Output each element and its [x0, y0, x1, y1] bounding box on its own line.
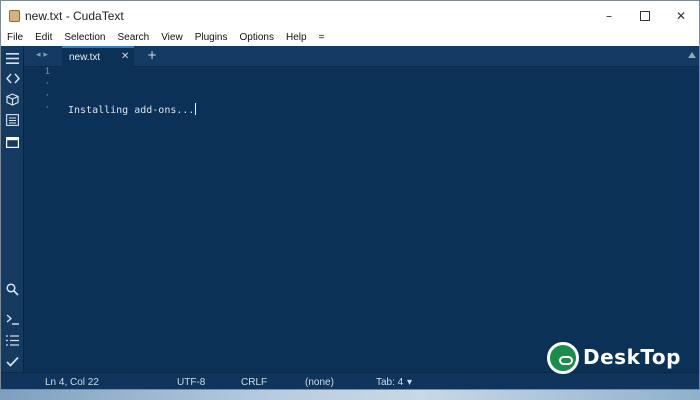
menu-plugins[interactable]: Plugins [189, 30, 234, 46]
package-icon [6, 92, 19, 106]
minimize-icon: – [606, 9, 612, 23]
minimize-button[interactable]: – [589, 6, 629, 26]
title-bar: new.txt - CudaText – ✕ [1, 1, 699, 30]
status-caret-position[interactable]: Ln 4, Col 22 [45, 377, 99, 388]
status-tab-size[interactable]: Tab: 4 [376, 377, 403, 388]
tab-label: new.txt [69, 52, 101, 63]
sidebar-output-button[interactable] [3, 331, 22, 349]
menu-selection[interactable]: Selection [58, 30, 111, 46]
tab-size-dropdown-icon[interactable]: ▾ [407, 377, 412, 388]
menu-bar: File Edit Selection Search View Plugins … [1, 30, 699, 46]
panel-icon [6, 136, 19, 148]
menu-view[interactable]: View [155, 30, 189, 46]
sidebar-validate-button[interactable] [3, 352, 22, 370]
editor-area[interactable]: 1 · · · Installing add-ons... [24, 67, 699, 372]
editor-text: Installing add-ons... [68, 105, 195, 116]
line-number-gutter: 1 · · · [24, 67, 54, 372]
window-title: new.txt - CudaText [25, 9, 124, 23]
scroll-up-icon[interactable] [688, 51, 696, 59]
watermark-text: DeskTop [583, 345, 681, 369]
status-encoding[interactable]: UTF-8 [177, 377, 205, 388]
tab-bar: ◂ ▸ new.txt ✕ + [24, 46, 699, 67]
tab-close-icon[interactable]: ✕ [121, 51, 129, 62]
maximize-button[interactable] [625, 6, 665, 26]
menu-options[interactable]: Options [234, 30, 280, 46]
line-number: 1 [44, 67, 50, 77]
menu-file[interactable]: File [1, 30, 29, 46]
text-caret [195, 103, 197, 115]
status-line-ending[interactable]: CRLF [241, 377, 267, 388]
sidebar-project-button[interactable] [3, 90, 22, 108]
sidebar-panel-button[interactable] [3, 133, 22, 151]
menu-edit[interactable]: Edit [29, 30, 58, 46]
line-number: · [44, 103, 50, 113]
side-toolbar [1, 46, 24, 372]
menu-extra[interactable]: = [313, 30, 331, 46]
search-icon [6, 282, 19, 296]
sidebar-tabs-list-button[interactable] [3, 111, 22, 129]
tab-new-txt[interactable]: new.txt ✕ [62, 46, 134, 67]
list-lines-icon [6, 334, 19, 346]
sidebar-console-button[interactable] [3, 310, 22, 328]
maximize-icon [640, 11, 650, 21]
sidebar-code-tree-button[interactable] [3, 69, 22, 87]
line-number: · [44, 91, 50, 101]
menu-help[interactable]: Help [280, 30, 313, 46]
sidebar-menu-button[interactable] [3, 49, 22, 67]
menu-icon [6, 52, 19, 64]
menu-search[interactable]: Search [112, 30, 156, 46]
check-icon [6, 356, 19, 367]
tab-scroll-arrows[interactable]: ◂ ▸ [36, 50, 48, 60]
line-number: · [44, 79, 50, 89]
list-icon [6, 114, 19, 126]
watermark-logo: DeskTop [545, 340, 695, 384]
status-lexer[interactable]: (none) [305, 377, 334, 388]
code-icon [5, 73, 20, 83]
terminal-icon [6, 313, 19, 325]
cudatext-app-icon [9, 10, 20, 22]
sidebar-search-button[interactable] [3, 280, 22, 298]
watermark-circle-icon [547, 342, 579, 374]
close-button[interactable]: ✕ [661, 6, 699, 26]
editor-text-line[interactable]: Installing add-ons... [68, 103, 197, 116]
new-tab-button[interactable]: + [147, 48, 157, 62]
close-icon: ✕ [675, 9, 687, 23]
app-window: new.txt - CudaText – ✕ File Edit Selecti… [0, 0, 700, 390]
